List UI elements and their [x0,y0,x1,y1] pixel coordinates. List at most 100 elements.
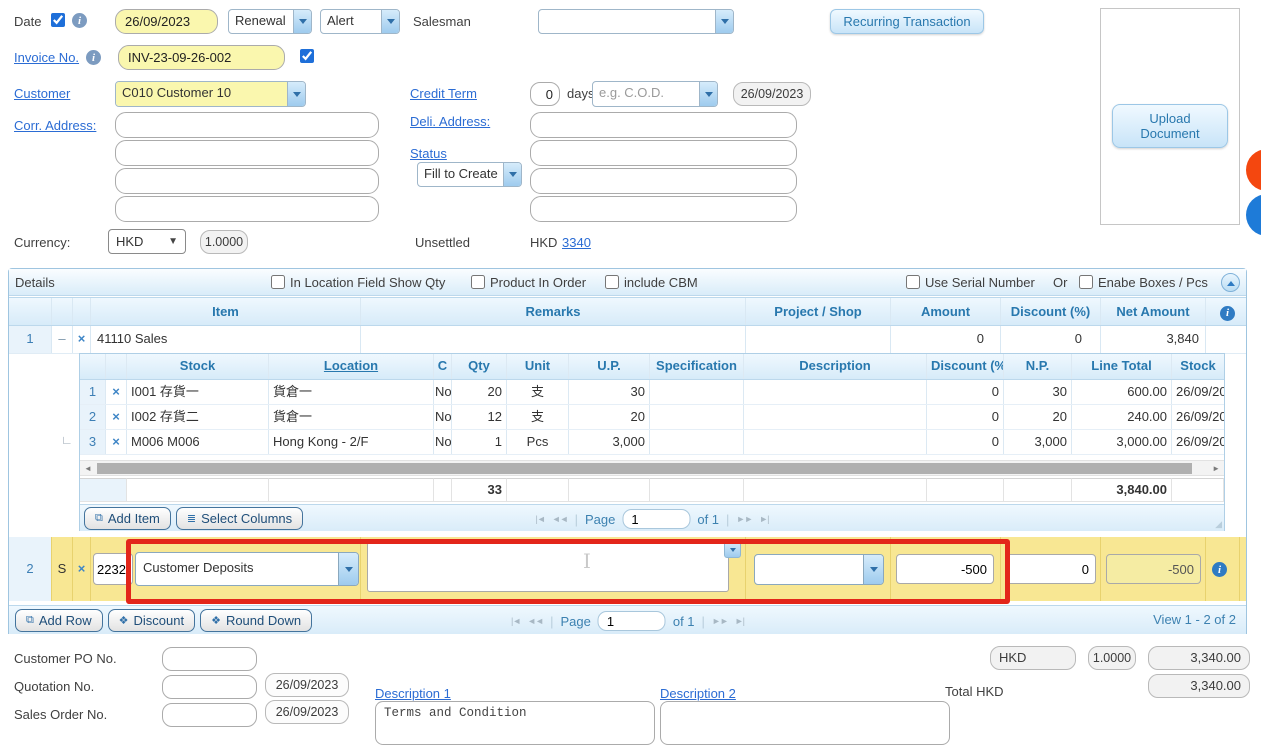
corr-address-input-3[interactable] [115,168,379,194]
status-select[interactable]: Fill to Create [417,162,522,187]
include-cbm-checkbox[interactable] [605,275,619,289]
chevron-down-icon[interactable] [338,553,358,585]
description-2-textarea[interactable] [660,701,950,745]
col-unit[interactable]: Unit [507,354,569,379]
chevron-down-icon[interactable] [699,82,717,106]
pager-last-icon[interactable]: ►| [759,514,768,524]
description-1-label[interactable]: Description 1 [375,686,451,701]
delete-row-icon[interactable]: × [106,380,127,404]
date-checkbox[interactable] [51,13,65,27]
deli-address-input-4[interactable] [530,196,797,222]
col-qty[interactable]: Qty [452,354,507,379]
col-up[interactable]: U.P. [569,354,650,379]
pager-prev-icon[interactable]: ◄◄ [527,616,543,626]
col-amount[interactable]: Amount [891,298,1001,325]
project-select[interactable] [754,554,884,585]
remarks-cell[interactable] [361,326,746,353]
item-cell[interactable]: 41110 Sales [91,326,361,353]
credit-term-label[interactable]: Credit Term [410,86,477,101]
page-input[interactable] [622,509,690,529]
col-remarks[interactable]: Remarks [361,298,746,325]
add-row-button[interactable]: ⧉Add Row [15,609,103,632]
blue-help-badge[interactable] [1246,194,1261,236]
quotation-no-input[interactable] [162,675,257,699]
alert-select[interactable]: Alert [320,9,400,34]
horizontal-scrollbar[interactable]: ◄ ► [80,460,1224,476]
customer-po-input[interactable] [162,647,257,671]
product-in-order-checkbox[interactable] [471,275,485,289]
invoice-checkbox[interactable] [300,49,314,63]
scroll-left-icon[interactable]: ◄ [84,462,92,475]
corr-address-input-4[interactable] [115,196,379,222]
col-project-shop[interactable]: Project / Shop [746,298,891,325]
enable-boxes-pcs-checkbox[interactable] [1079,275,1093,289]
customer-label[interactable]: Customer [14,86,70,101]
row-info-icon[interactable]: i [1212,562,1227,577]
grid-info-icon[interactable]: i [1220,306,1235,321]
date-input[interactable] [115,9,218,34]
amount-input[interactable] [896,554,994,584]
add-item-button[interactable]: ⧉Add Item [84,507,171,530]
col-stock-date[interactable]: Stock [1172,354,1224,379]
chevron-down-icon[interactable] [715,10,733,33]
pager-last-icon[interactable]: ►| [735,616,744,626]
deli-address-input-2[interactable] [530,140,797,166]
in-location-show-qty-checkbox[interactable] [271,275,285,289]
pager-next-icon[interactable]: ►► [736,514,752,524]
col-c[interactable]: C [434,354,452,379]
chevron-down-icon[interactable] [503,163,521,186]
invoice-info-icon[interactable]: i [86,50,101,65]
chevron-down-icon[interactable] [863,555,883,584]
invoice-no-input[interactable] [118,45,285,70]
collapse-row-icon[interactable]: – [52,326,73,353]
pager-first-icon[interactable]: |◄ [511,616,520,626]
delete-row-icon[interactable]: × [106,430,127,454]
unsettled-amount-link[interactable]: 3340 [562,235,591,250]
col-location[interactable]: Location [269,354,434,379]
chevron-down-icon[interactable] [381,10,399,33]
red-notification-badge[interactable] [1246,149,1261,191]
credit-days-input[interactable] [530,82,560,106]
discount-button[interactable]: ❖Discount [108,609,195,632]
invoice-no-label[interactable]: Invoice No. [14,50,79,65]
collapse-details-button[interactable] [1221,273,1240,292]
status-label[interactable]: Status [410,146,447,161]
select-columns-button[interactable]: ≣Select Columns [176,507,303,530]
round-down-button[interactable]: ❖Round Down [200,609,312,632]
renewal-select[interactable]: Renewal [228,9,312,34]
page-input[interactable] [598,611,666,631]
customer-select[interactable]: C010 Customer 10 [115,81,306,107]
upload-document-button[interactable]: Upload Document [1112,104,1228,148]
account-select[interactable]: Customer Deposits [135,552,359,586]
sales-order-input[interactable] [162,703,257,727]
description-2-label[interactable]: Description 2 [660,686,736,701]
amount-cell[interactable]: 0 [891,326,1001,353]
col-net-amount[interactable]: Net Amount [1101,298,1206,325]
discount-input[interactable] [1006,554,1096,584]
delete-row-icon[interactable]: × [106,405,127,429]
discount-cell[interactable]: 0 [1001,326,1101,353]
delete-row-icon[interactable]: × [73,326,91,353]
scroll-right-icon[interactable]: ► [1212,462,1220,475]
delete-row-icon[interactable]: × [73,537,91,601]
resize-handle-icon[interactable]: ◢ [1215,519,1222,530]
pager-prev-icon[interactable]: ◄◄ [552,514,568,524]
corr-address-input-1[interactable] [115,112,379,138]
net-amount-cell[interactable]: 3,840 [1101,326,1206,353]
currency-select[interactable]: HKD ▼ [108,229,186,254]
corr-address-input-2[interactable] [115,140,379,166]
deli-address-input-1[interactable] [530,112,797,138]
chevron-down-icon[interactable] [293,10,311,33]
deli-address-label[interactable]: Deli. Address: [410,114,490,129]
col-description[interactable]: Description [744,354,927,379]
col-item[interactable]: Item [91,298,361,325]
col-specification[interactable]: Specification [650,354,744,379]
credit-type-select[interactable]: e.g. C.O.D. [592,81,718,107]
pager-first-icon[interactable]: |◄ [536,514,545,524]
date-info-icon[interactable]: i [72,13,87,28]
col-np[interactable]: N.P. [1004,354,1072,379]
col-discount[interactable]: Discount (%) [927,354,1004,379]
use-serial-number-checkbox[interactable] [906,275,920,289]
account-code-input[interactable] [93,553,133,585]
salesman-select[interactable] [538,9,734,34]
